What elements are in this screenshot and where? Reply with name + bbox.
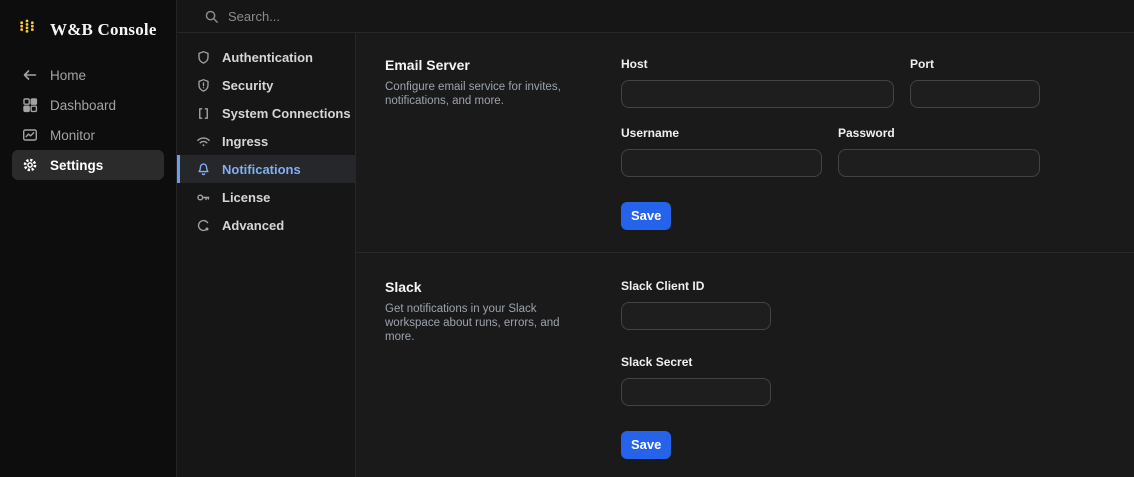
shield-alert-icon [196, 78, 211, 93]
settings-nav-label: License [222, 189, 271, 205]
bell-icon [196, 162, 211, 177]
sidebar-item-label: Dashboard [50, 97, 117, 113]
wandb-dots-logo-icon [19, 18, 41, 42]
settings-nav-item-license[interactable]: License [177, 183, 355, 211]
section-description: Get notifications in your Slack workspac… [385, 303, 560, 343]
host-field-group: Host [621, 57, 894, 108]
shield-icon [196, 50, 211, 65]
sidebar-item-label: Settings [50, 157, 104, 173]
slack-client-id-field-group: Slack Client ID [621, 279, 1134, 330]
email-server-section: Email Server Configure email service for… [356, 33, 1134, 253]
slack-client-id-input[interactable] [621, 302, 771, 330]
sidebar-item-dashboard[interactable]: Dashboard [12, 90, 164, 120]
host-input[interactable] [621, 80, 894, 108]
sidebar-item-label: Home [50, 67, 87, 83]
content: Authentication Security System Connectio… [177, 33, 1134, 477]
right-column: Authentication Security [177, 0, 1134, 477]
app-title: W&B Console [50, 19, 157, 39]
settings-nav-label: Authentication [222, 49, 313, 65]
settings-nav-label: Security [222, 77, 274, 93]
wifi-icon [196, 134, 211, 149]
slack-form: Slack Client ID Slack Secret Save [621, 279, 1134, 477]
left-sidebar: W&B Console Home Dashboard Monitor Setti… [0, 0, 177, 477]
settings-nav-item-authentication[interactable]: Authentication [177, 43, 355, 71]
save-button[interactable]: Save [621, 202, 672, 230]
monitor-chart-icon [22, 127, 38, 143]
slack-secret-input[interactable] [621, 378, 771, 406]
settings-nav-item-notifications[interactable]: Notifications [177, 155, 355, 183]
search-input[interactable] [228, 8, 528, 24]
password-field-group: Password [838, 126, 1040, 177]
settings-nav-label: Notifications [222, 161, 301, 177]
slack-secret-field-group: Slack Secret [621, 355, 1134, 406]
gear-icon [22, 157, 38, 173]
section-title: Slack [385, 279, 422, 295]
settings-nav-item-advanced[interactable]: Advanced [177, 211, 355, 239]
username-input[interactable] [621, 149, 822, 177]
settings-nav-item-system-connections[interactable]: System Connections [177, 99, 355, 127]
brackets-icon [196, 106, 211, 121]
key-icon [196, 190, 211, 205]
search-icon [204, 9, 219, 24]
sidebar-item-settings[interactable]: Settings [12, 150, 164, 180]
section-description: Configure email service for invites, not… [385, 81, 561, 107]
email-server-form: Host Port Username Password Save [621, 57, 1134, 252]
password-input[interactable] [838, 149, 1040, 177]
sidebar-item-home[interactable]: Home [12, 60, 164, 90]
main-nav: Home Dashboard Monitor Settings [0, 60, 176, 180]
sidebar-item-monitor[interactable]: Monitor [12, 120, 164, 150]
password-label: Password [838, 126, 895, 140]
port-field-group: Port [910, 57, 1040, 108]
settings-nav: Authentication Security System Connectio… [177, 33, 356, 477]
host-label: Host [621, 57, 648, 71]
sidebar-item-label: Monitor [50, 127, 96, 143]
username-label: Username [621, 126, 680, 140]
main-panel: Email Server Configure email service for… [356, 33, 1134, 477]
section-title: Email Server [385, 57, 470, 73]
settings-nav-item-ingress[interactable]: Ingress [177, 127, 355, 155]
port-label: Port [910, 57, 934, 71]
port-input[interactable] [910, 80, 1040, 108]
topbar [177, 0, 1134, 33]
settings-nav-label: Ingress [222, 133, 269, 149]
arrow-left-icon [22, 67, 38, 83]
slack-client-id-label: Slack Client ID [621, 279, 705, 293]
app-window: W&B Console Home Dashboard Monitor Setti… [0, 0, 1134, 477]
settings-nav-label: Advanced [222, 217, 285, 233]
username-field-group: Username [621, 126, 822, 177]
settings-nav-item-security[interactable]: Security [177, 71, 355, 99]
slack-secret-label: Slack Secret [621, 355, 693, 369]
slack-info: Slack Get notifications in your Slack wo… [385, 279, 621, 477]
brand: W&B Console [0, 0, 176, 46]
settings-nav-label: System Connections [222, 105, 351, 121]
dashboard-grid-icon [22, 97, 38, 113]
slack-section: Slack Get notifications in your Slack wo… [356, 253, 1134, 477]
dial-icon [196, 218, 211, 233]
email-server-info: Email Server Configure email service for… [385, 57, 621, 252]
save-button[interactable]: Save [621, 431, 672, 459]
